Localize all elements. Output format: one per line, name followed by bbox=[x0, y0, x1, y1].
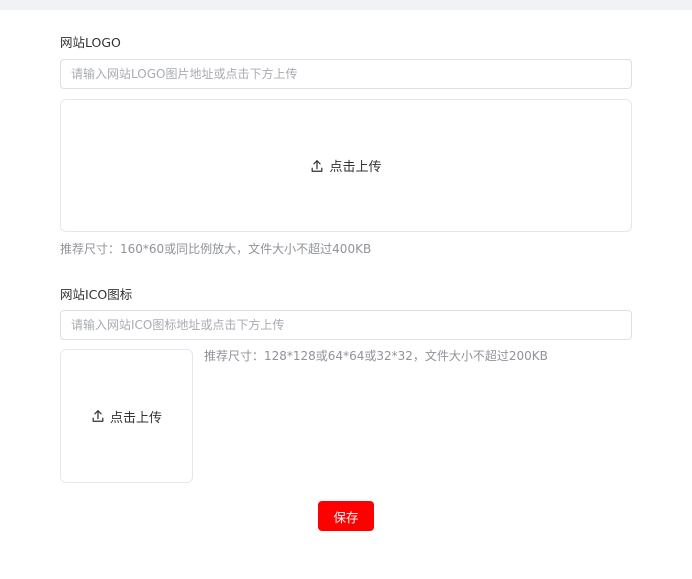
ico-upload-trigger[interactable]: 点击上传 bbox=[91, 407, 162, 426]
ico-upload-area[interactable]: 点击上传 bbox=[60, 349, 193, 483]
logo-url-input[interactable] bbox=[60, 59, 632, 89]
ico-upload-label: 点击上传 bbox=[109, 410, 162, 426]
ico-url-input[interactable] bbox=[60, 310, 632, 340]
upload-icon bbox=[312, 159, 323, 172]
logo-size-hint: 推荐尺寸：160*60或同比例放大，文件大小不超过400KB bbox=[60, 242, 372, 256]
save-button[interactable]: 保存 bbox=[318, 501, 374, 531]
logo-label: 网站LOGO bbox=[60, 35, 121, 50]
logo-upload-area[interactable]: 点击上传 bbox=[60, 99, 632, 232]
upload-icon bbox=[92, 410, 104, 422]
logo-upload-trigger[interactable]: 点击上传 bbox=[310, 156, 382, 175]
ico-size-hint: 推荐尺寸：128*128或64*64或32*32，文件大小不超过200KB bbox=[204, 349, 548, 363]
top-band bbox=[0, 0, 692, 10]
ico-label: 网站ICO图标 bbox=[60, 287, 133, 302]
logo-upload-label: 点击上传 bbox=[329, 160, 382, 175]
